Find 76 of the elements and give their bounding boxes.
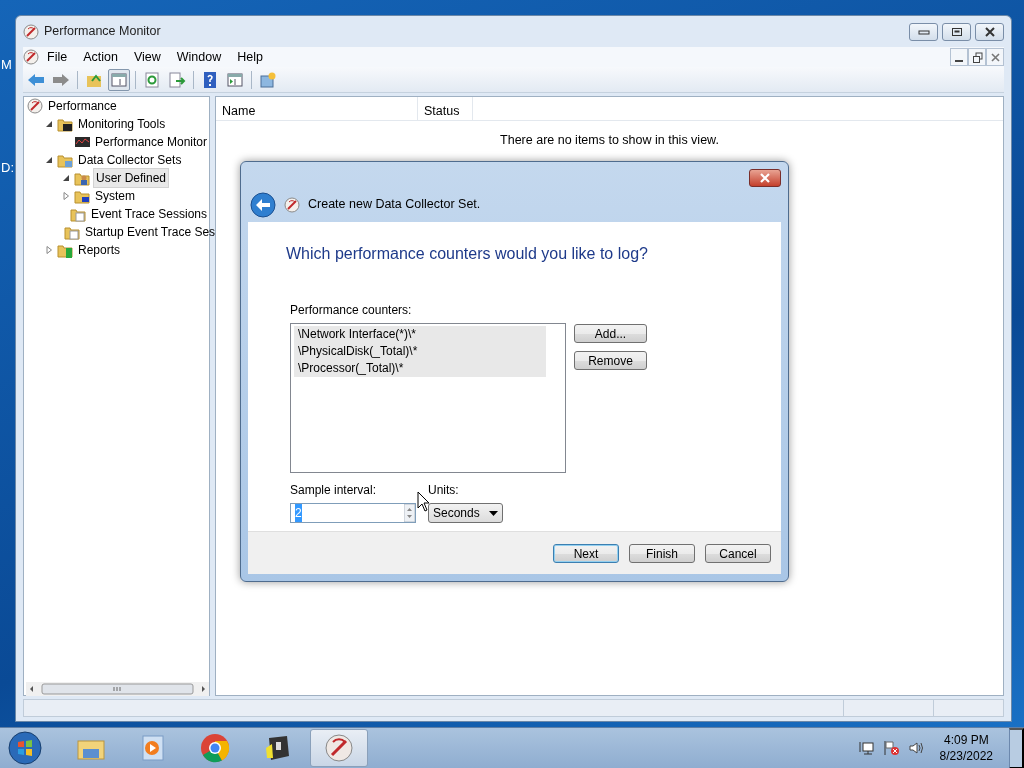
tree-item[interactable]: Reports [76,241,123,259]
folder-icon [74,188,90,204]
folder-icon [69,206,86,222]
browser-icon [199,732,231,764]
maximize-button[interactable] [942,22,971,41]
column-header[interactable]: Name [216,97,418,120]
dialog-button[interactable]: Finish [629,543,695,563]
counters-list[interactable]: \Network Interface(*)\* \PhysicalDisk(_Total)\* \Processor(_Total)\* [290,323,566,473]
menu-item[interactable]: View [125,47,169,67]
close-icon [983,26,996,37]
app-icon[interactable] [23,49,39,65]
column-header[interactable]: Status [418,97,473,120]
field-label: Performance counters: [290,302,413,319]
taskbar-app-button[interactable] [310,729,368,767]
mdi-close-button[interactable] [986,48,1004,66]
tree-item[interactable]: System [93,187,137,205]
field-label: Units: [428,482,460,499]
mdi-minimize-button[interactable] [950,48,968,66]
tree-item[interactable]: Event Trace Sessions [88,205,209,223]
tree-item[interactable]: Startup Event Trace Ses [83,223,218,241]
add-button[interactable]: Add... [574,324,647,343]
dialog-button[interactable]: Next [553,543,619,563]
tree-item[interactable]: Performance [46,97,119,115]
clock-date[interactable]: 8/23/2022 [939,748,993,764]
expand-arrow-icon[interactable] [44,119,54,129]
menu-item[interactable]: Window [168,47,230,67]
tree-item[interactable]: Monitoring Tools [76,115,168,133]
list-item[interactable]: \Network Interface(*)\* [294,326,546,343]
mouse-cursor-icon [417,491,431,512]
close-button[interactable] [975,22,1004,41]
minimize-icon [917,28,930,35]
units-dropdown[interactable]: Seconds [428,503,503,523]
flag-warning-icon[interactable] [881,740,900,756]
list-item[interactable]: \Processor(_Total)\* [294,360,546,377]
menu-item[interactable]: File [39,47,76,67]
list-item[interactable]: \PhysicalDisk(_Total)\* [294,343,546,360]
horizontal-scrollbar[interactable] [26,681,209,696]
window-title: Performance Monitor [44,23,161,41]
folder-icon [57,116,73,132]
empty-message: There are no items to show in this view. [499,132,720,149]
console-tree-button[interactable] [108,68,130,91]
minimize-icon [955,60,963,62]
clock-time[interactable]: 4:09 PM [939,732,993,748]
dialog-title: Create new Data Collector Set. [308,196,481,214]
network-icon[interactable] [857,740,874,756]
dialog-heading: Which performance counters would you like to log? [286,244,649,264]
show-desktop-button[interactable] [1009,727,1024,768]
performance-icon [27,98,43,114]
tree-item[interactable]: Data Collector Sets [76,151,184,169]
folder-icon [57,152,73,168]
folder-icon [57,242,73,258]
spin-arrows-icon[interactable] [404,504,415,522]
desktop-icon-label[interactable]: D: [1,158,14,178]
close-button[interactable] [749,169,781,187]
close-icon [758,173,772,183]
back-button[interactable] [250,191,276,218]
folder-icon [74,170,90,186]
app-icon [23,23,39,40]
monitor-chart-icon [73,134,90,150]
tree-item[interactable]: Performance Monitor [92,133,209,151]
speaker-icon[interactable] [907,740,926,756]
tree-item[interactable]: User Defined [93,168,170,188]
field-label: Sample interval: [290,482,378,499]
menu-item[interactable]: Action [75,47,126,67]
expand-arrow-icon[interactable] [61,173,71,183]
mdi-restore-button[interactable] [968,48,986,66]
folder-icon [64,224,80,240]
expand-arrow-icon[interactable] [44,155,54,165]
gauge-icon [323,732,355,764]
dropdown-arrow-icon [489,510,498,516]
dialog-button[interactable]: Cancel [705,543,771,563]
desktop-icon-label[interactable]: M [1,55,12,75]
remove-button[interactable]: Remove [574,351,647,370]
maximize-icon [950,26,963,37]
menu-item[interactable]: Help [229,47,271,67]
app-icon [284,196,300,213]
